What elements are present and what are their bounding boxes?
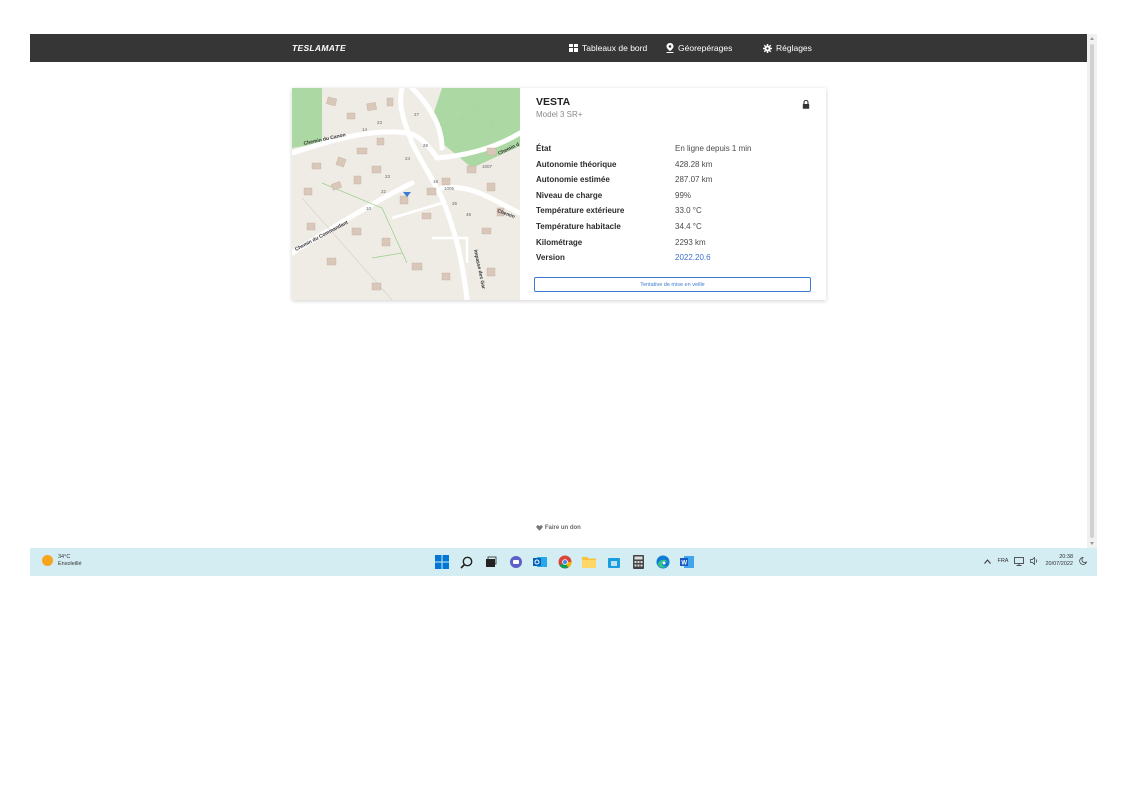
top-navbar: TESLAMATE Tableaux de bord Géorepérages …	[30, 34, 1087, 62]
row-label: Kilométrage	[536, 237, 583, 247]
car-name: VESTA	[536, 96, 571, 108]
weather-desc: Ensoleillé	[58, 560, 82, 567]
nav-settings-label: Réglages	[776, 43, 812, 53]
house-number: 22	[381, 189, 387, 194]
house-number: 10	[366, 206, 372, 211]
house-number: 14	[362, 127, 368, 132]
row-label: Niveau de charge	[536, 190, 603, 200]
svg-text:W: W	[681, 561, 687, 567]
nav-settings[interactable]: Réglages	[763, 34, 812, 62]
row-value: 287.07 km	[675, 175, 713, 185]
house-number: 28	[423, 143, 429, 148]
row-value: En ligne depuis 1 min	[675, 144, 752, 153]
try-sleep-button[interactable]: Tentative de mise en veille	[534, 277, 811, 292]
windows-start-icon[interactable]	[434, 554, 450, 570]
car-card: Chemin du Canon Chemin du Commandant Che…	[292, 88, 826, 300]
chevron-up-icon[interactable]	[984, 558, 992, 564]
file-explorer-icon[interactable]	[581, 554, 597, 570]
house-number: 25	[452, 201, 458, 206]
scroll-down-arrow-icon[interactable]	[1090, 542, 1094, 545]
house-number: 1007	[482, 164, 493, 169]
row-label: Autonomie théorique	[536, 159, 617, 169]
house-number: 24	[405, 156, 411, 161]
scrollbar-thumb[interactable]	[1090, 44, 1094, 538]
nav-dashboards[interactable]: Tableaux de bord	[569, 34, 647, 62]
house-number: 23	[385, 174, 391, 179]
row-value: 34.4 °C	[675, 221, 702, 231]
house-number: 27	[414, 112, 420, 117]
row-label: Température extérieure	[536, 206, 625, 216]
row-label: Température habitacle	[536, 221, 621, 231]
volume-icon[interactable]	[1030, 557, 1039, 565]
donate-label: Faire un don	[544, 525, 581, 531]
heart-icon	[536, 525, 543, 531]
row-value: 2293 km	[675, 237, 706, 247]
car-location-map[interactable]: Chemin du Canon Chemin du Commandant Che…	[292, 88, 520, 300]
house-number: 18	[433, 179, 439, 184]
house-number: 23	[377, 120, 383, 125]
nav-geofences[interactable]: Géorepérages	[666, 34, 732, 62]
clock[interactable]: 20:38 20/07/2022	[1045, 554, 1073, 568]
notifications-icon[interactable]	[1079, 556, 1087, 566]
house-number: 48	[466, 212, 472, 217]
donate-link[interactable]: Faire un don	[30, 525, 1087, 532]
row-label: État	[536, 144, 552, 153]
sun-icon	[42, 555, 53, 566]
row-value: 428.28 km	[675, 159, 713, 169]
version-link[interactable]: 2022.20.6	[675, 250, 711, 266]
store-icon[interactable]	[606, 554, 622, 570]
car-info-header: VESTA Model 3 SR+	[536, 96, 816, 120]
browser-viewport: TESLAMATE Tableaux de bord Géorepérages …	[30, 34, 1097, 576]
language-indicator[interactable]: FRA	[997, 558, 1008, 564]
weather-widget[interactable]: 34°C Ensoleillé	[42, 554, 82, 567]
row-value: 99%	[675, 190, 692, 200]
network-icon[interactable]	[1014, 556, 1025, 566]
brand-logo[interactable]: TESLAMATE	[292, 34, 346, 62]
teams-chat-icon[interactable]	[508, 554, 524, 570]
scroll-up-arrow-icon[interactable]	[1090, 37, 1094, 40]
vertical-scrollbar[interactable]	[1087, 34, 1097, 548]
lock-icon	[802, 96, 810, 114]
map-pin-icon	[666, 43, 674, 53]
taskbar-apps: W	[434, 554, 695, 570]
row-value: 33.0 °C	[675, 206, 702, 216]
task-view-icon[interactable]	[483, 554, 499, 570]
clock-date: 20/07/2022	[1045, 561, 1073, 567]
row-label: Version	[536, 253, 565, 263]
chrome-icon[interactable]	[557, 554, 573, 570]
house-number: 1005	[444, 186, 455, 191]
windows-taskbar: 34°C Ensoleillé W FRA 20:38 20/07/2022	[30, 548, 1097, 576]
gear-icon	[763, 43, 772, 53]
outlook-icon[interactable]	[532, 554, 548, 570]
dashboard-icon	[569, 44, 578, 52]
word-icon[interactable]: W	[679, 554, 695, 570]
system-tray: FRA 20:38 20/07/2022	[984, 554, 1087, 568]
row-label: Autonomie estimée	[536, 175, 610, 185]
nav-dashboards-label: Tableaux de bord	[582, 43, 648, 53]
edge-icon[interactable]	[655, 554, 671, 570]
car-model: Model 3 SR+	[536, 110, 583, 119]
search-icon[interactable]	[459, 554, 475, 570]
nav-geofences-label: Géorepérages	[678, 43, 733, 53]
clock-time: 20:38	[1059, 554, 1073, 560]
calculator-icon[interactable]	[630, 554, 646, 570]
